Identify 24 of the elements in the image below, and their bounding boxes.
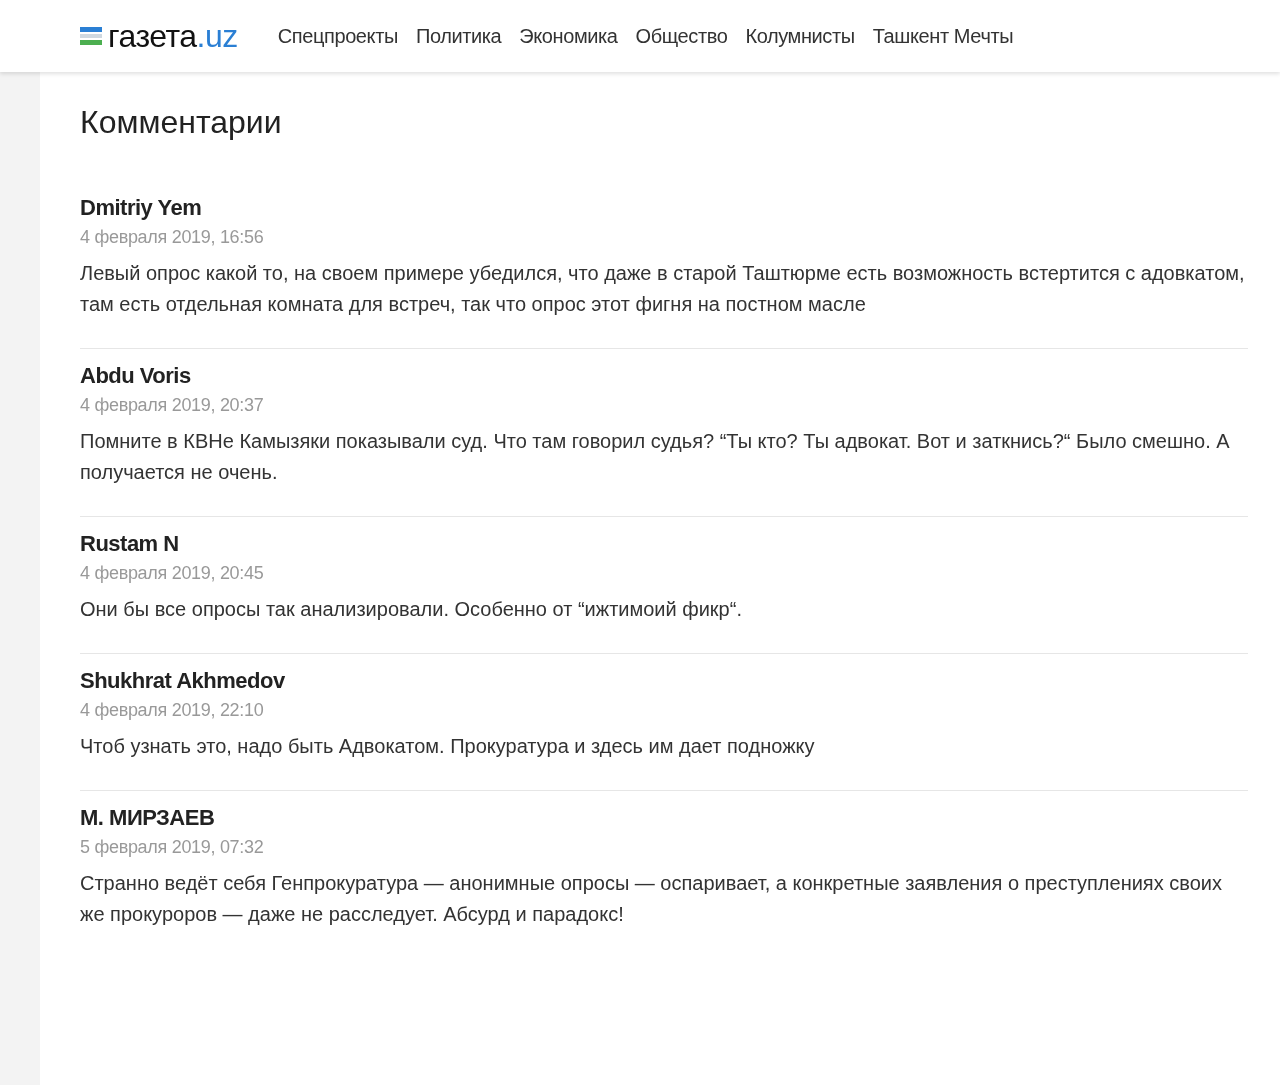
comment-date: 4 февраля 2019, 20:45	[80, 563, 265, 584]
section-heading: Комментарии	[80, 104, 283, 141]
comment-date: 4 февраля 2019, 22:10	[80, 700, 265, 721]
nav-link[interactable]: Колумнисты	[745, 24, 855, 48]
comment-author: М. МИРЗАЕВ	[80, 805, 216, 831]
comment-text: Чтоб узнать это, надо быть Адвокатом. Прокуратура и здесь им дает подножку	[80, 734, 816, 759]
comment-date: 5 февраля 2019, 07:32	[80, 837, 265, 858]
nav-link[interactable]: Общество	[635, 24, 728, 48]
nav-link[interactable]: Ташкент Мечты	[872, 24, 1014, 48]
comment-author: Abdu Voris	[80, 363, 192, 389]
comment-author: Shukhrat Akhmedov	[80, 668, 286, 694]
comment-date: 4 февраля 2019, 16:56	[80, 227, 265, 248]
nav-link[interactable]: Спецпроекты	[277, 24, 398, 48]
nav-link[interactable]: Политика	[415, 24, 502, 48]
flag-stripes-icon	[80, 26, 102, 46]
comment-author: Dmitriy Yem	[80, 195, 203, 221]
comment-date: 4 февраля 2019, 20:37	[80, 395, 265, 416]
comment-text: Помните в КВНе Камызяки показывали суд. Что там говорил судья? “Ты кто? Ты адвокат. Вот и заткнись?“ Было смешно. А получается не очень.	[80, 429, 1231, 485]
comment-text: Странно ведёт себя Генпрокуратура — анонимные опросы — оспаривает, а конкретные заявления о преступлениях своих же прокуроров — даже не расследует. Абсурд и парадокс!	[80, 871, 1223, 927]
comment-author: Rustam N	[80, 531, 180, 557]
comment-text: Они бы все опросы так анализировали. Особенно от “ижтимоий фикр“.	[80, 597, 743, 622]
site-logo[interactable]: газета.uz	[108, 17, 238, 55]
nav-link[interactable]: Экономика	[519, 24, 618, 48]
comment-text: Левый опрос какой то, на своем примере убедился, что даже в старой Таштюрме есть возможность встертится с адовкатом, там есть отдельная комната для встреч, так что опрос этот фигня на постном масле	[80, 261, 1246, 317]
